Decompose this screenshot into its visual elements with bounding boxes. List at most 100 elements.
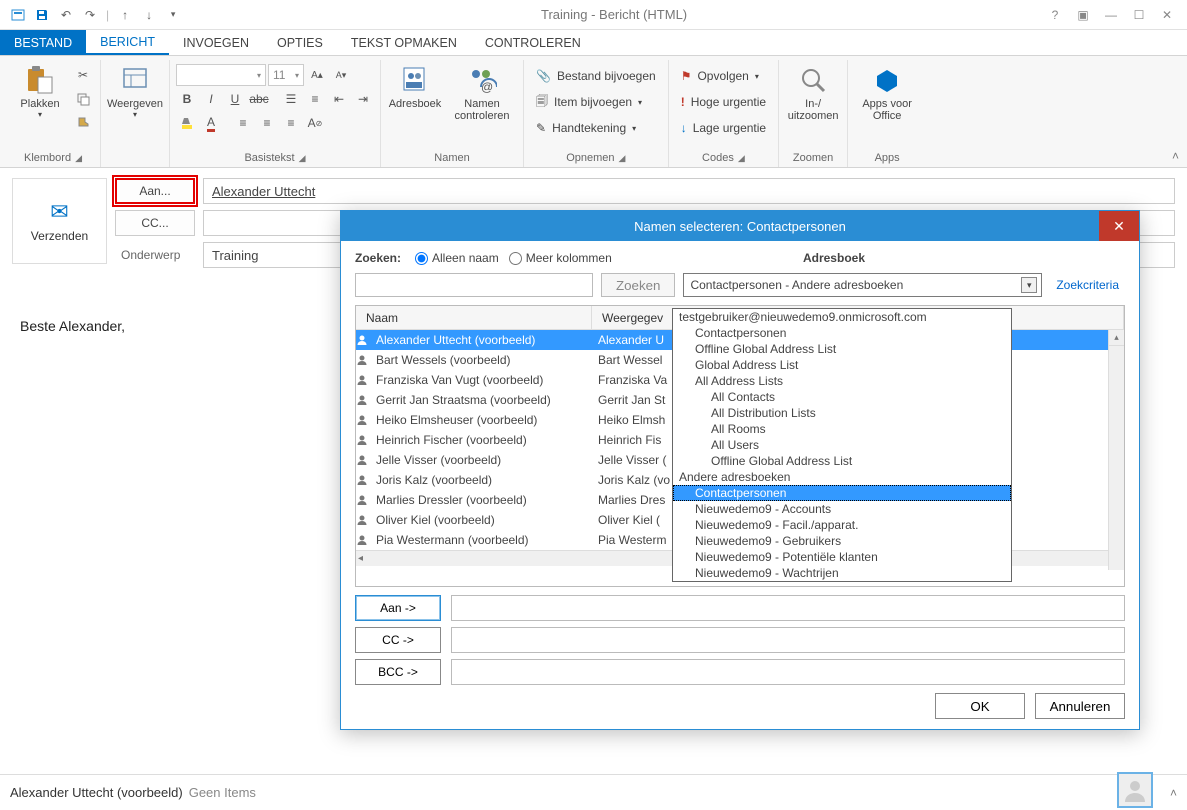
dialog-launcher-icon[interactable]: ◢: [299, 153, 306, 164]
bcc-button[interactable]: BCC ->: [355, 659, 441, 685]
dropdown-item[interactable]: Andere adresboeken: [673, 469, 1011, 485]
group-include: 📎Bestand bijvoegen 🗐Item bijvoegen▾ ✎Han…: [524, 60, 669, 167]
scroll-up-icon[interactable]: ▴: [1109, 330, 1124, 346]
qat-icon[interactable]: [8, 5, 28, 25]
ribbon-display-icon[interactable]: ▣: [1073, 5, 1093, 25]
dropdown-item[interactable]: Nieuwedemo9 - Facil./apparat.: [673, 517, 1011, 533]
zoom-button[interactable]: In-/ uitzoomen: [785, 60, 841, 126]
dropdown-item[interactable]: Global Address List: [673, 357, 1011, 373]
close-icon[interactable]: ✕: [1157, 5, 1177, 25]
to-button[interactable]: Aan...: [115, 178, 195, 204]
dropdown-item[interactable]: All Address Lists: [673, 373, 1011, 389]
dropdown-item[interactable]: Nieuwedemo9 - Gebruikers: [673, 533, 1011, 549]
dialog-launcher-icon[interactable]: ◢: [738, 153, 745, 164]
bcc-field[interactable]: [451, 659, 1125, 685]
clear-format-icon[interactable]: A⊘: [304, 112, 326, 134]
cut-icon[interactable]: ✂: [72, 64, 94, 86]
dropdown-item[interactable]: Contactpersonen: [673, 485, 1011, 501]
aan-field[interactable]: [451, 595, 1125, 621]
to-field[interactable]: Alexander Uttecht: [203, 178, 1175, 204]
dropdown-item[interactable]: All Distribution Lists: [673, 405, 1011, 421]
addressbook-button[interactable]: Adresboek: [387, 60, 443, 114]
collapse-ribbon-icon[interactable]: ˄: [1172, 149, 1179, 163]
dropdown-item[interactable]: All Rooms: [673, 421, 1011, 437]
apps-button[interactable]: Apps voor Office: [854, 60, 920, 126]
italic-icon[interactable]: I: [200, 88, 222, 110]
followup-button[interactable]: ⚑Opvolgen▾: [675, 64, 772, 88]
qat-more-icon[interactable]: ▾: [163, 5, 183, 25]
underline-icon[interactable]: U: [224, 88, 246, 110]
shrink-font-icon[interactable]: A▾: [330, 64, 352, 86]
numbering-icon[interactable]: ≡: [304, 88, 326, 110]
copy-icon[interactable]: [72, 88, 94, 110]
checknames-button[interactable]: @ Namen controleren: [447, 60, 517, 126]
tab-message[interactable]: BERICHT: [86, 30, 169, 55]
radio-name-only[interactable]: Alleen naam: [415, 251, 499, 265]
tab-file[interactable]: BESTAND: [0, 30, 86, 55]
align-center-icon[interactable]: ≡: [256, 112, 278, 134]
save-icon[interactable]: [32, 5, 52, 25]
dropdown-item[interactable]: Offline Global Address List: [673, 453, 1011, 469]
dropdown-item[interactable]: All Users: [673, 437, 1011, 453]
attach-file-button[interactable]: 📎Bestand bijvoegen: [530, 64, 662, 88]
addressbook-icon: [399, 64, 431, 96]
signature-button[interactable]: ✎Handtekening▾: [530, 116, 662, 140]
dialog-launcher-icon[interactable]: ◢: [75, 153, 82, 164]
dropdown-item[interactable]: Contactpersonen: [673, 325, 1011, 341]
align-right-icon[interactable]: ≡: [280, 112, 302, 134]
font-size-selector[interactable]: 11▾: [268, 64, 304, 86]
prev-item-icon[interactable]: ↑: [115, 5, 135, 25]
people-pane-toggle-icon[interactable]: ˄: [1170, 786, 1177, 800]
tab-insert[interactable]: INVOEGEN: [169, 30, 263, 55]
paste-button[interactable]: Plakken ▾: [12, 60, 68, 123]
cc-button[interactable]: CC...: [115, 210, 195, 236]
minimize-icon[interactable]: —: [1101, 5, 1121, 25]
tab-review[interactable]: CONTROLEREN: [471, 30, 595, 55]
dropdown-item[interactable]: Nieuwedemo9 - Potentiële klanten: [673, 549, 1011, 565]
maximize-icon[interactable]: ☐: [1129, 5, 1149, 25]
indent-icon[interactable]: ⇥: [352, 88, 374, 110]
dropdown-item[interactable]: Nieuwedemo9 - Wachtrijen: [673, 565, 1011, 581]
font-selector[interactable]: ▾: [176, 64, 266, 86]
search-input[interactable]: [355, 273, 593, 297]
format-painter-icon[interactable]: [72, 112, 94, 134]
radio-more-columns[interactable]: Meer kolommen: [509, 251, 612, 265]
strike-icon[interactable]: abc: [248, 88, 270, 110]
redo-icon[interactable]: ↷: [80, 5, 100, 25]
dropdown-item[interactable]: testgebruiker@nieuwedemo9.onmicrosoft.co…: [673, 309, 1011, 325]
addressbook-select[interactable]: Contactpersonen - Andere adresboeken ▾: [683, 273, 1042, 297]
align-left-icon[interactable]: ≡: [232, 112, 254, 134]
cc-button[interactable]: CC ->: [355, 627, 441, 653]
search-button[interactable]: Zoeken: [601, 273, 675, 297]
cc-field[interactable]: [451, 627, 1125, 653]
col-name[interactable]: Naam: [356, 306, 592, 329]
cancel-button[interactable]: Annuleren: [1035, 693, 1125, 719]
bold-icon[interactable]: B: [176, 88, 198, 110]
dialog-close-button[interactable]: ✕: [1099, 211, 1139, 241]
dropdown-item[interactable]: All Contacts: [673, 389, 1011, 405]
attach-item-button[interactable]: 🗐Item bijvoegen▾: [530, 90, 662, 114]
scrollbar-vertical[interactable]: ▴: [1108, 330, 1124, 570]
show-button[interactable]: Weergeven ▾: [107, 60, 163, 123]
outdent-icon[interactable]: ⇤: [328, 88, 350, 110]
bullets-icon[interactable]: ☰: [280, 88, 302, 110]
dropdown-item[interactable]: Nieuwedemo9 - Accounts: [673, 501, 1011, 517]
aan-button[interactable]: Aan ->: [355, 595, 441, 621]
contact-avatar[interactable]: [1117, 772, 1153, 808]
font-color-icon[interactable]: A: [200, 112, 222, 134]
send-button[interactable]: ✉ Verzenden: [12, 178, 107, 264]
highlight-icon[interactable]: [176, 112, 198, 134]
grow-font-icon[interactable]: A▴: [306, 64, 328, 86]
dropdown-item[interactable]: Offline Global Address List: [673, 341, 1011, 357]
tab-options[interactable]: OPTIES: [263, 30, 337, 55]
tab-format[interactable]: TEKST OPMAKEN: [337, 30, 471, 55]
next-item-icon[interactable]: ↓: [139, 5, 159, 25]
high-importance-button[interactable]: !Hoge urgentie: [675, 90, 772, 114]
ok-button[interactable]: OK: [935, 693, 1025, 719]
addressbook-dropdown[interactable]: testgebruiker@nieuwedemo9.onmicrosoft.co…: [672, 308, 1012, 582]
dialog-launcher-icon[interactable]: ◢: [619, 153, 626, 164]
low-importance-button[interactable]: ↓Lage urgentie: [675, 116, 772, 140]
search-criteria-link[interactable]: Zoekcriteria: [1050, 278, 1125, 292]
undo-icon[interactable]: ↶: [56, 5, 76, 25]
help-icon[interactable]: ?: [1045, 5, 1065, 25]
